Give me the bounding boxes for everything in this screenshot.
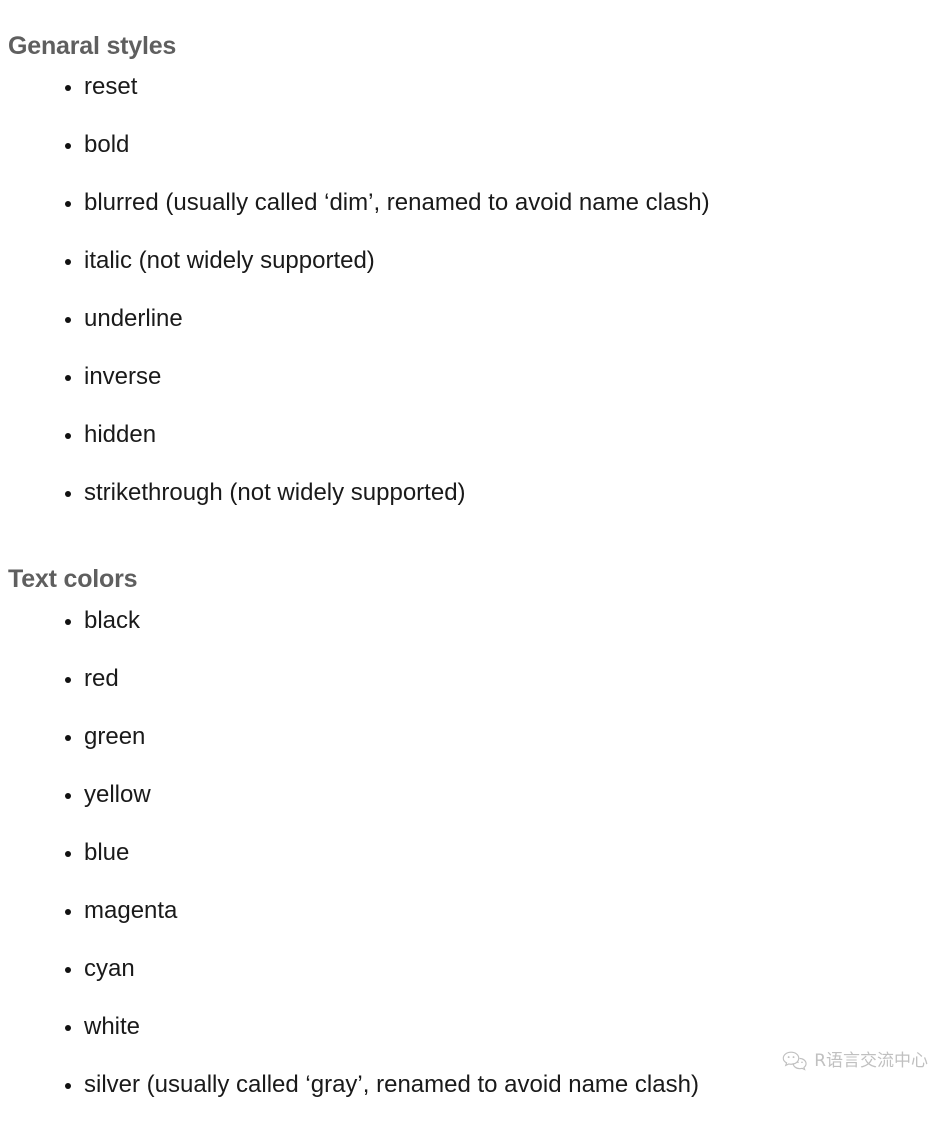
list-item: magenta [0,896,946,954]
list-general-styles: reset bold blurred (usually called ‘dim’… [0,72,946,536]
document-page: Genaral styles reset bold blurred (usual… [0,0,946,1106]
list-item: italic (not widely supported) [0,246,946,304]
list-item-label: white [84,1013,141,1040]
list-item: blue [0,838,946,896]
list-item-label: cyan [84,955,135,982]
list-item: inverse [0,362,946,420]
list-item-label: reset [84,73,138,100]
list-item-label: silver (usually called ‘gray’, renamed t… [84,1071,699,1098]
list-item: white [0,1012,946,1070]
list-item-label: hidden [84,421,157,448]
list-item: cyan [0,954,946,1012]
list-item-label: black [84,607,141,634]
list-item: reset [0,72,946,130]
list-item: yellow [0,780,946,838]
list-item-label: blurred (usually called ‘dim’, renamed t… [84,189,710,216]
list-item-label: red [84,665,119,692]
list-item: black [0,606,946,664]
section-heading-text-colors: Text colors [8,564,138,593]
list-item: silver (usually called ‘gray’, renamed t… [0,1070,946,1128]
list-item-label: bold [84,131,130,158]
list-item: strikethrough (not widely supported) [0,478,946,536]
list-item: bold [0,130,946,188]
list-item-label: strikethrough (not widely supported) [84,479,466,506]
section-heading-general-styles: Genaral styles [8,31,177,60]
list-item-label: blue [84,839,130,866]
list-item-label: yellow [84,781,151,808]
list-text-colors: black red green yellow blue magenta cyan… [0,606,946,1128]
list-item-label: green [84,723,146,750]
list-item: underline [0,304,946,362]
list-item: green [0,722,946,780]
list-item: red [0,664,946,722]
list-item-label: inverse [84,363,162,390]
list-item-label: italic (not widely supported) [84,247,375,274]
list-item-label: underline [84,305,183,332]
list-item: hidden [0,420,946,478]
list-item-label: magenta [84,897,178,924]
list-item: blurred (usually called ‘dim’, renamed t… [0,188,946,246]
